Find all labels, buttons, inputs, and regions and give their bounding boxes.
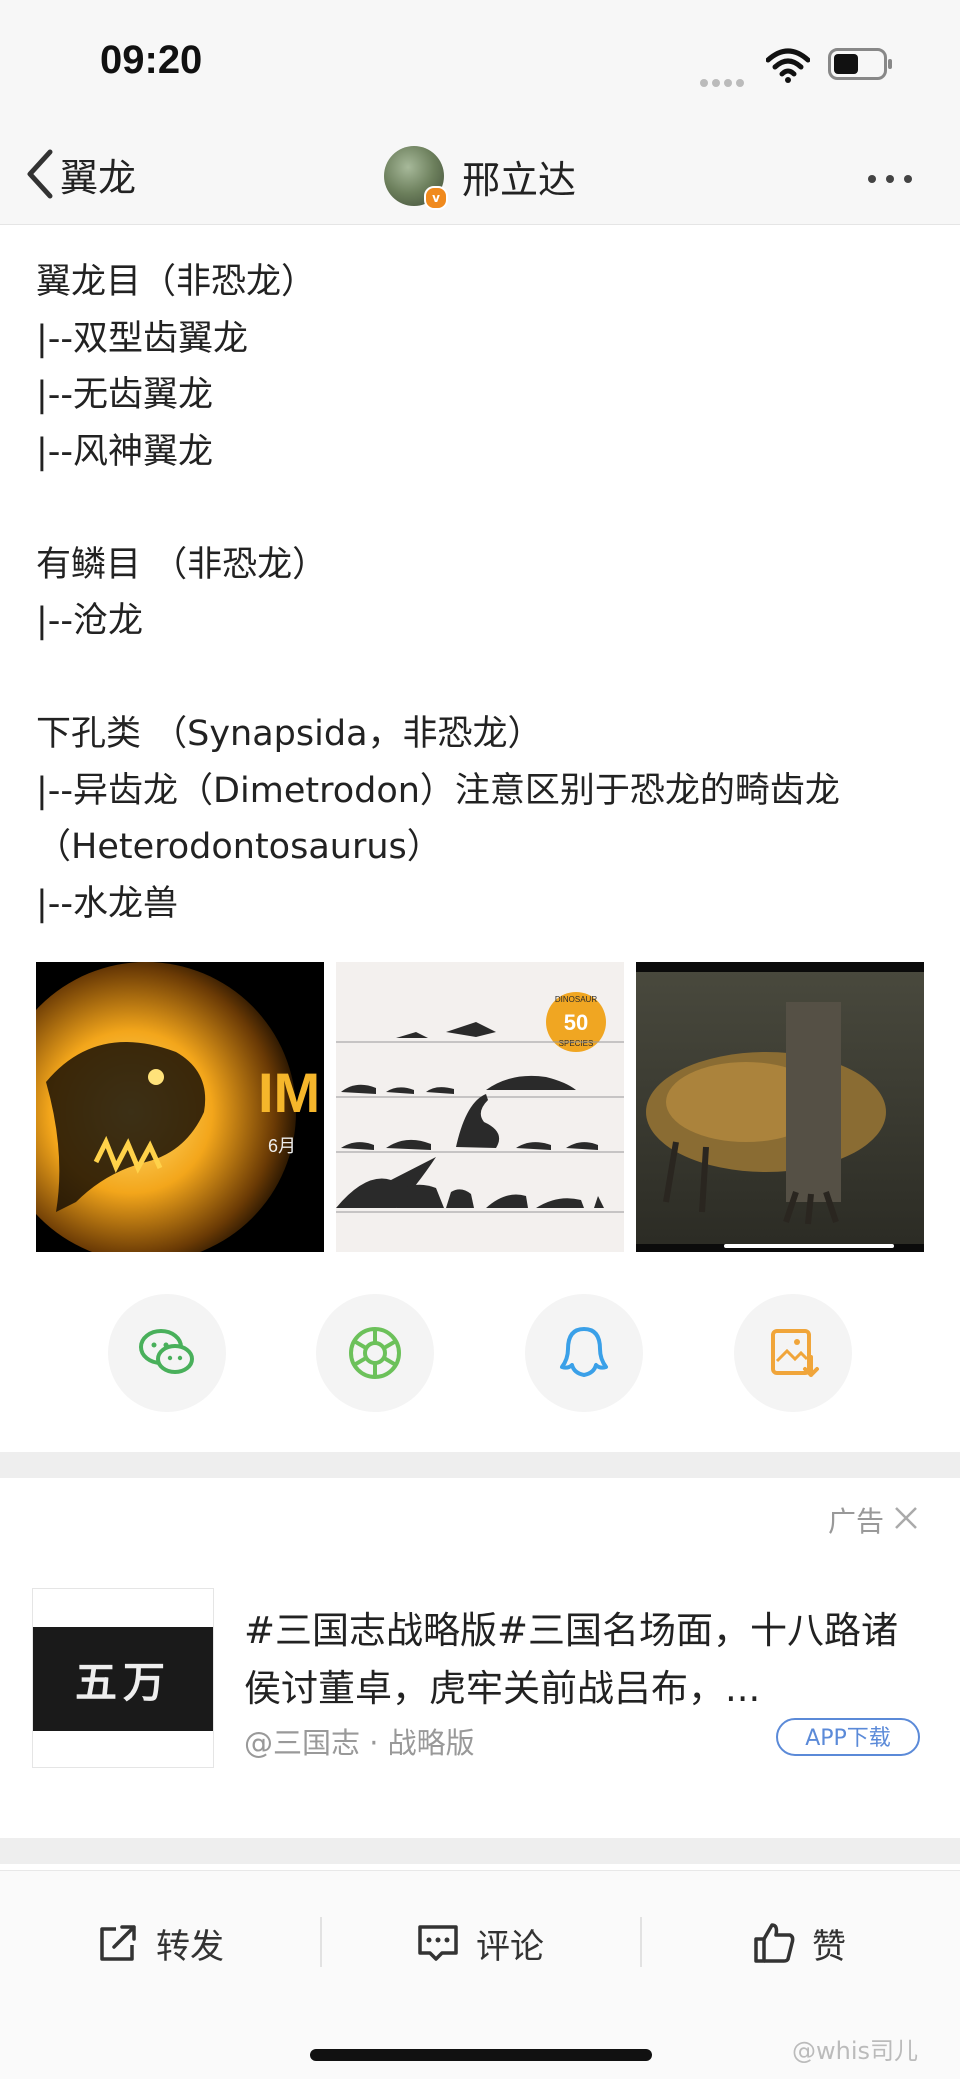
image-dinosaur-chart[interactable]: DINOSAUR 50 SPECIES bbox=[336, 962, 624, 1252]
nav-bar: 翼龙 v 邢立达 bbox=[0, 128, 960, 225]
verified-badge-icon: v bbox=[424, 186, 448, 210]
post-body: 翼龙目（非恐龙） |--双型齿翼龙 |--无齿翼龙 |--风神翼龙 有鳞目 （非… bbox=[36, 254, 936, 932]
post-line bbox=[36, 650, 936, 707]
section-divider bbox=[0, 1838, 960, 1864]
post-line bbox=[36, 480, 936, 537]
post-line: |--水龙兽 bbox=[36, 883, 179, 924]
avatar[interactable]: v bbox=[384, 146, 448, 210]
badge-top-text: DINOSAUR bbox=[555, 995, 597, 1004]
share-wechat-button[interactable] bbox=[108, 1294, 226, 1412]
repost-label: 转发 bbox=[156, 1926, 224, 1967]
share-row bbox=[0, 1294, 960, 1414]
close-icon[interactable] bbox=[892, 1504, 920, 1532]
post-line: |--沧龙 bbox=[36, 601, 144, 641]
toolbar-separator bbox=[320, 1917, 322, 1967]
ad-label: 广告 bbox=[828, 1505, 885, 1538]
back-button[interactable]: 翼龙 bbox=[24, 142, 136, 206]
thumbs-up-icon bbox=[754, 1923, 795, 1963]
badge-bottom-text: SPECIES bbox=[559, 1039, 594, 1048]
moments-icon bbox=[349, 1327, 401, 1379]
comment-icon bbox=[418, 1925, 458, 1961]
author-name[interactable]: 邢立达 bbox=[462, 149, 576, 204]
ad-thumb-text: 五万 bbox=[74, 1657, 171, 1707]
status-bar: 09:20 bbox=[0, 0, 960, 128]
more-options-icon[interactable] bbox=[868, 168, 928, 184]
poster-subtext: 6月 bbox=[268, 1136, 296, 1156]
poster-text: IM bbox=[258, 1061, 320, 1124]
toolbar-separator bbox=[640, 1917, 642, 1967]
post-line: |--异齿龙（Dimetrodon）注意区别于恐龙的畸齿龙（Heterodont… bbox=[36, 770, 840, 868]
ad-source: @三国志 · 战略版 bbox=[244, 1726, 475, 1760]
qq-icon bbox=[560, 1327, 608, 1377]
wifi-icon bbox=[766, 48, 810, 83]
ad-thumbnail[interactable]: 五万 bbox=[32, 1588, 214, 1768]
save-image-button[interactable] bbox=[734, 1294, 852, 1412]
post-line: 下孔类 （Synapsida，非恐龙） bbox=[36, 714, 543, 754]
back-label: 翼龙 bbox=[60, 155, 137, 200]
chevron-left-icon bbox=[27, 149, 53, 199]
section-divider bbox=[0, 1452, 960, 1478]
watermark: @whis司儿 bbox=[792, 2037, 919, 2065]
badge-number: 50 bbox=[564, 1010, 588, 1035]
ad-card[interactable]: 广告 五万 #三国志战略版#三国名场面，十八路诸侯讨董卓，虎牢关前战吕布，...… bbox=[0, 1478, 960, 1838]
image-dinosaur-video[interactable] bbox=[636, 962, 924, 1252]
save-image-icon bbox=[771, 1329, 819, 1377]
bottom-toolbar: 转发 评论 赞 @whis司儿 bbox=[0, 1870, 960, 2079]
comment-label: 评论 bbox=[476, 1926, 544, 1967]
comment-button[interactable]: 评论 bbox=[416, 1919, 544, 1967]
post-line: |--无齿翼龙 bbox=[36, 375, 214, 415]
share-moments-button[interactable] bbox=[316, 1294, 434, 1412]
home-indicator[interactable] bbox=[310, 2049, 652, 2061]
image-jurassic-poster[interactable]: IM 6月 bbox=[36, 962, 324, 1252]
post-line: |--双型齿翼龙 bbox=[36, 318, 249, 359]
post-images: IM 6月 DINOSAUR 50 SPECIES bbox=[36, 962, 926, 1252]
post-line: 有鳞目 （非恐龙） bbox=[36, 544, 328, 585]
post-line: |--风神翼龙 bbox=[36, 431, 214, 472]
share-qq-button[interactable] bbox=[525, 1294, 643, 1412]
app-download-button[interactable]: APP下载 bbox=[776, 1718, 920, 1756]
author-info[interactable]: v 邢立达 bbox=[384, 138, 576, 214]
wechat-icon bbox=[139, 1329, 194, 1374]
post-line: 翼龙目（非恐龙） bbox=[36, 262, 317, 302]
status-time: 09:20 bbox=[100, 38, 203, 82]
like-label: 赞 bbox=[812, 1926, 846, 1967]
like-button[interactable]: 赞 bbox=[752, 1919, 846, 1967]
ad-title[interactable]: #三国志战略版#三国名场面，十八路诸侯讨董卓，虎牢关前战吕布，... bbox=[244, 1602, 924, 1718]
battery-icon bbox=[828, 48, 892, 80]
repost-button[interactable]: 转发 bbox=[96, 1919, 224, 1967]
repost-icon bbox=[100, 1925, 136, 1961]
signal-icon bbox=[700, 72, 750, 87]
